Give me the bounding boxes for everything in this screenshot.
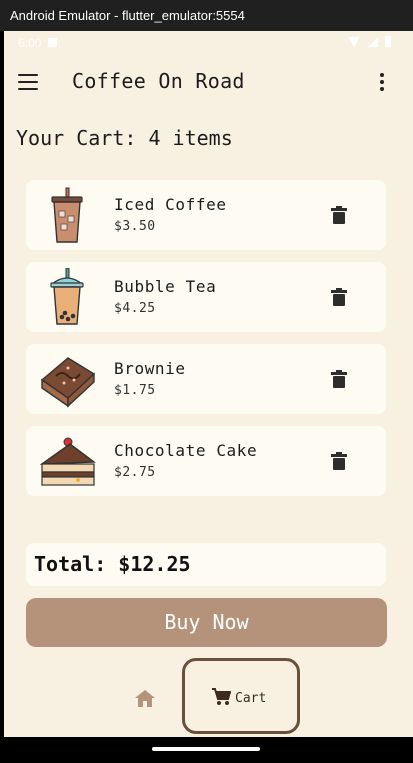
- menu-icon[interactable]: [18, 74, 38, 90]
- item-price: $3.50: [114, 219, 156, 234]
- item-price: $4.25: [114, 301, 156, 316]
- notification-icon: [48, 38, 57, 47]
- status-bar: 6:00: [4, 31, 413, 55]
- cart-item: Brownie $1.75: [26, 344, 386, 414]
- bottom-nav: Cart: [4, 657, 413, 737]
- iced-coffee-icon: [51, 187, 83, 243]
- total-label: Total: $12.25: [34, 552, 191, 576]
- delete-icon[interactable]: [331, 288, 347, 306]
- total-box: Total: $12.25: [26, 543, 386, 586]
- shopping-cart-icon: [212, 688, 231, 705]
- delete-icon[interactable]: [331, 206, 347, 224]
- delete-icon[interactable]: [331, 452, 347, 470]
- home-icon[interactable]: [130, 687, 160, 711]
- app-bar: Coffee On Road: [4, 61, 413, 105]
- buy-now-button[interactable]: Buy Now: [26, 598, 387, 647]
- cart-item: Iced Coffee $3.50: [26, 180, 386, 250]
- item-name: Bubble Tea: [114, 277, 217, 296]
- wifi-icon: [348, 37, 361, 47]
- battery-icon: [385, 36, 391, 47]
- cart-heading: Your Cart: 4 items: [16, 126, 233, 150]
- item-name: Chocolate Cake: [114, 441, 258, 460]
- app-screen: 6:00 Coffee On Road Your Cart: 4 items I…: [4, 31, 413, 737]
- delete-icon[interactable]: [331, 370, 347, 388]
- item-price: $1.75: [114, 383, 156, 398]
- cart-item: Chocolate Cake $2.75: [26, 426, 386, 496]
- cart-item: Bubble Tea $4.25: [26, 262, 386, 332]
- item-price: $2.75: [114, 465, 156, 480]
- more-vert-icon[interactable]: [379, 73, 385, 93]
- item-name: Brownie: [114, 359, 186, 378]
- chocolate-cake-icon: [39, 437, 96, 486]
- system-nav-bar: [0, 737, 413, 763]
- emulator-window: Android Emulator - flutter_emulator:5554…: [0, 0, 413, 763]
- app-title: Coffee On Road: [72, 69, 245, 93]
- status-icons: [348, 36, 391, 50]
- bubble-tea-icon: [50, 268, 84, 325]
- window-titlebar: Android Emulator - flutter_emulator:5554: [0, 0, 413, 31]
- signal-icon: [367, 37, 378, 47]
- cart-tab[interactable]: Cart: [182, 658, 300, 734]
- cart-tab-label: Cart: [235, 691, 267, 706]
- item-name: Iced Coffee: [114, 195, 227, 214]
- window-title: Android Emulator - flutter_emulator:5554: [10, 8, 245, 23]
- status-time: 6:00: [18, 36, 42, 50]
- brownie-icon: [40, 357, 96, 408]
- home-gesture-pill[interactable]: [152, 747, 260, 751]
